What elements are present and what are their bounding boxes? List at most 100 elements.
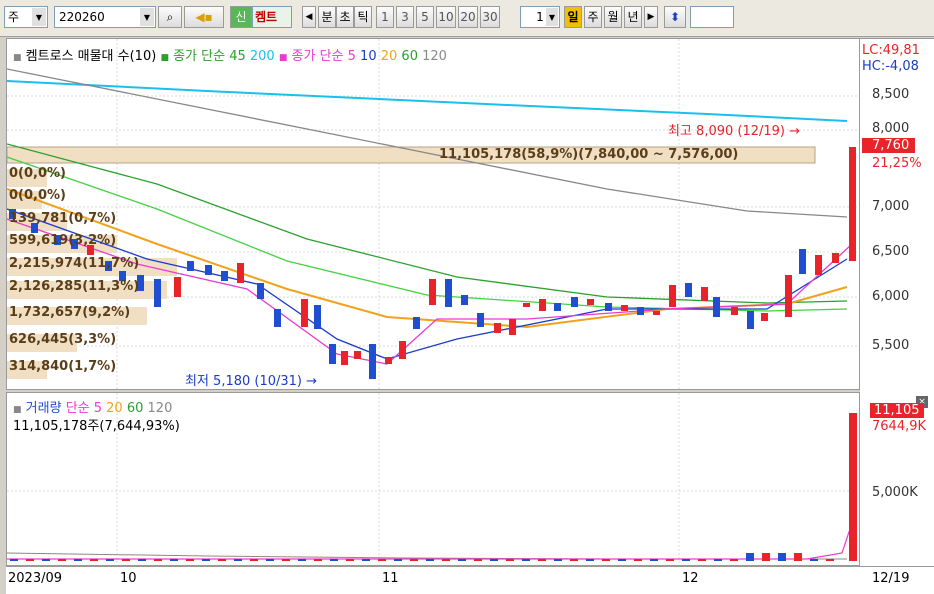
low-annotation: 최저 5,180 (10/31) → <box>185 374 318 389</box>
price-axis[interactable]: LC:49,81 HC:-4,08 8,500 8,000 7,760 21,2… <box>860 38 934 566</box>
volume-bar <box>170 559 178 561</box>
volume-bar <box>570 559 578 561</box>
updown-arrow-icon: ⬍ <box>669 10 681 24</box>
volume-bar <box>410 559 418 561</box>
volume-bar <box>10 559 18 561</box>
candle <box>341 351 348 365</box>
candle <box>174 277 181 297</box>
interval-1[interactable]: 1 <box>376 6 394 28</box>
candle <box>799 249 806 274</box>
period-select[interactable]: 주 ▼ <box>4 6 48 28</box>
y-tick: 8,500 <box>872 87 910 102</box>
candle <box>237 263 244 283</box>
candle <box>832 253 839 263</box>
candle <box>445 279 452 307</box>
candle <box>685 283 692 297</box>
extra-input[interactable] <box>690 6 734 28</box>
volume-bar <box>218 559 226 561</box>
speaker-button[interactable]: ◀▪ <box>184 6 224 28</box>
candle <box>539 299 546 311</box>
vp-row: 1,732,657(9,2%) <box>9 305 131 320</box>
prev-button[interactable]: ◀ <box>302 6 316 28</box>
code-input[interactable]: 220260 ▼ <box>54 6 156 28</box>
volume-chart[interactable]: ■ 거래량 단순 5 20 60 120 11,105,178주(7,644,9… <box>6 392 860 566</box>
chevron-down-icon: ▼ <box>140 8 154 26</box>
vp-row: 0(0,0%) <box>9 188 66 203</box>
interval-10[interactable]: 10 <box>436 6 456 28</box>
candle <box>461 295 468 305</box>
tab-second[interactable]: 초 <box>336 6 354 28</box>
volume-bar <box>554 559 562 561</box>
candle <box>399 341 406 359</box>
interval-3[interactable]: 3 <box>396 6 414 28</box>
volume-bar <box>202 559 210 561</box>
tab-tick[interactable]: 틱 <box>354 6 372 28</box>
volume-bar <box>490 559 498 561</box>
period-year[interactable]: 년 <box>624 6 642 28</box>
interval-20[interactable]: 20 <box>458 6 478 28</box>
vp-row: 314,840(1,7%) <box>9 359 117 374</box>
candle <box>713 297 720 317</box>
tab-minute[interactable]: 분 <box>318 6 336 28</box>
vp-row: 2,126,285(11,3%) <box>9 279 140 294</box>
volume-current-tag: 11,105 <box>870 403 924 418</box>
legend-marker-icon: ■ <box>160 53 169 63</box>
x-tick: 11 <box>382 571 399 586</box>
price-legend: ■ 켐트로스 매물대 수(10) ■ 종가 단순 45 200 ■ 종가 단순 … <box>13 49 447 64</box>
volume-bar <box>378 559 386 561</box>
candle <box>761 313 768 321</box>
x-tick: 10 <box>120 571 137 586</box>
new-badge[interactable]: 신 <box>230 6 252 28</box>
volume-bar <box>346 559 354 561</box>
candle <box>815 255 822 275</box>
period-day[interactable]: 일 <box>564 6 582 28</box>
date-axis[interactable]: 2023/09 10 11 12 12/19 <box>6 566 934 594</box>
candle <box>354 351 361 359</box>
y-tick: 7,000 <box>872 199 910 214</box>
volume-bar <box>762 553 770 561</box>
updown-button[interactable]: ⬍ <box>664 6 686 28</box>
vp-row: 599,619(3,2%) <box>9 233 117 248</box>
price-chart[interactable]: ■ 켐트로스 매물대 수(10) ■ 종가 단순 45 200 ■ 종가 단순 … <box>6 38 860 390</box>
stock-name: 켐트 <box>252 6 292 28</box>
volume-bar <box>330 559 338 561</box>
candle <box>314 305 321 329</box>
candle <box>221 271 228 281</box>
x-tick: 12 <box>682 571 699 586</box>
candle <box>477 313 484 327</box>
candle <box>731 307 738 315</box>
volume-bar <box>602 559 610 561</box>
candle <box>301 299 308 327</box>
candle <box>554 303 561 311</box>
candle <box>701 287 708 301</box>
change-label: 21,25% <box>872 156 922 171</box>
volume-profile-highlight: 11,105,178(58,9%)(7,840,00 ~ 7,576,00) <box>439 147 739 162</box>
y-tick: 6,500 <box>872 244 910 259</box>
interval-30[interactable]: 30 <box>480 6 500 28</box>
volume-bar <box>154 559 162 561</box>
volume-bar <box>849 413 857 561</box>
candle <box>637 307 644 315</box>
period-week[interactable]: 주 <box>584 6 602 28</box>
candle <box>669 285 676 307</box>
period-month[interactable]: 월 <box>604 6 622 28</box>
high-annotation: 최고 8,090 (12/19) → <box>668 124 801 139</box>
candle <box>509 319 516 335</box>
volume-bar <box>634 559 642 561</box>
search-button[interactable]: ⌕ <box>158 6 182 28</box>
volume-bar <box>618 559 626 561</box>
next-button[interactable]: ▶ <box>644 6 658 28</box>
interval-5[interactable]: 5 <box>416 6 434 28</box>
candle <box>523 303 530 307</box>
volume-bar <box>122 559 130 561</box>
volume-bar <box>810 559 818 561</box>
y-tick: 8,000 <box>872 121 910 136</box>
interval-input[interactable]: 1 ▼ <box>520 6 560 28</box>
candle <box>274 309 281 327</box>
volume-avg-label: 7644,9K <box>872 419 927 434</box>
volume-bar <box>266 559 274 561</box>
price-chart-svg <box>7 39 859 389</box>
volume-bar <box>746 553 754 561</box>
volume-bar <box>186 559 194 561</box>
volume-bar <box>458 559 466 561</box>
